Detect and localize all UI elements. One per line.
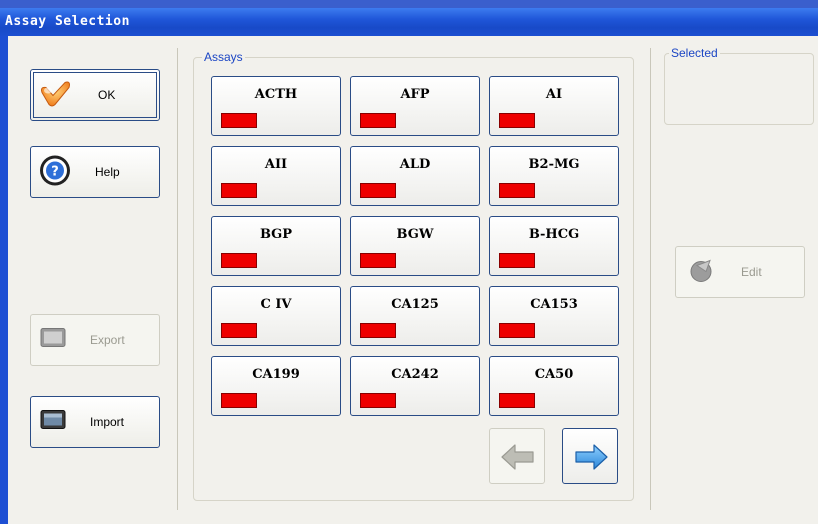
edit-button[interactable]: Edit xyxy=(675,246,805,298)
assay-status-swatch xyxy=(221,183,257,198)
checkmark-icon xyxy=(38,79,72,112)
assay-name: B-HCG xyxy=(528,227,580,242)
help-icon: ? xyxy=(38,154,72,191)
assay-status-swatch xyxy=(360,393,396,408)
assay-tile[interactable]: B-HCG xyxy=(489,216,619,276)
svg-text:?: ? xyxy=(51,165,59,180)
import-label: Import xyxy=(90,415,125,429)
assay-tile[interactable]: C IV xyxy=(211,286,341,346)
assays-group-title: Assays xyxy=(202,50,245,64)
assay-name: C IV xyxy=(260,297,292,312)
selected-group: Selected xyxy=(664,46,814,125)
assay-status-swatch xyxy=(360,183,396,198)
assay-tile[interactable]: CA153 xyxy=(489,286,619,346)
assay-name: CA199 xyxy=(252,367,300,382)
assay-status-swatch xyxy=(360,323,396,338)
assay-tile[interactable]: AFP xyxy=(350,76,480,136)
assay-status-swatch xyxy=(499,253,535,268)
monitor-icon xyxy=(40,328,66,353)
assay-status-swatch xyxy=(360,113,396,128)
window-frame-left xyxy=(0,36,8,524)
assay-tile[interactable]: ACTH xyxy=(211,76,341,136)
assay-status-swatch xyxy=(221,393,257,408)
assay-tile[interactable]: CA50 xyxy=(489,356,619,416)
help-button[interactable]: ? Help xyxy=(30,146,160,198)
assay-status-swatch xyxy=(360,253,396,268)
ok-label: OK xyxy=(98,88,116,102)
arrow-right-icon xyxy=(573,443,609,475)
assay-name: AII xyxy=(264,157,288,172)
assay-tile[interactable]: BGP xyxy=(211,216,341,276)
previous-page-button[interactable] xyxy=(489,428,545,484)
edit-label: Edit xyxy=(741,265,762,279)
assay-tile[interactable]: BGW xyxy=(350,216,480,276)
right-separator xyxy=(650,48,651,510)
assay-tile[interactable]: AII xyxy=(211,146,341,206)
assay-name: AI xyxy=(545,87,563,102)
assay-name: ALD xyxy=(399,157,431,172)
assay-name: CA242 xyxy=(391,367,439,382)
export-button[interactable]: Export xyxy=(30,314,160,366)
assay-status-swatch xyxy=(499,393,535,408)
selected-group-title: Selected xyxy=(669,46,720,60)
assay-name: B2-MG xyxy=(528,157,580,172)
assay-name: ACTH xyxy=(254,87,298,102)
assay-name: BGP xyxy=(259,227,293,242)
assay-tile[interactable]: B2-MG xyxy=(489,146,619,206)
assay-status-swatch xyxy=(221,253,257,268)
arrow-left-icon xyxy=(500,443,536,475)
assay-name: CA153 xyxy=(530,297,578,312)
help-label: Help xyxy=(95,165,120,179)
assay-tile[interactable]: AI xyxy=(489,76,619,136)
edit-icon xyxy=(688,258,714,287)
monitor-icon xyxy=(40,410,66,435)
assay-status-swatch xyxy=(221,113,257,128)
assay-name: CA50 xyxy=(534,367,574,382)
window-title: Assay Selection xyxy=(5,14,130,29)
title-bar: Assay Selection xyxy=(0,8,818,36)
window-top-edge xyxy=(0,0,818,8)
assay-status-swatch xyxy=(221,323,257,338)
import-button[interactable]: Import xyxy=(30,396,160,448)
assay-name: AFP xyxy=(400,87,430,102)
assay-status-swatch xyxy=(499,113,535,128)
left-separator xyxy=(177,48,178,510)
assay-status-swatch xyxy=(499,183,535,198)
assay-name: BGW xyxy=(396,227,434,242)
assay-status-swatch xyxy=(499,323,535,338)
ok-button[interactable]: OK xyxy=(30,69,160,121)
next-page-button[interactable] xyxy=(562,428,618,484)
assay-tile[interactable]: CA242 xyxy=(350,356,480,416)
assay-tile[interactable]: CA125 xyxy=(350,286,480,346)
assay-name: CA125 xyxy=(391,297,439,312)
assay-tile[interactable]: CA199 xyxy=(211,356,341,416)
export-label: Export xyxy=(90,333,125,347)
assay-tile[interactable]: ALD xyxy=(350,146,480,206)
